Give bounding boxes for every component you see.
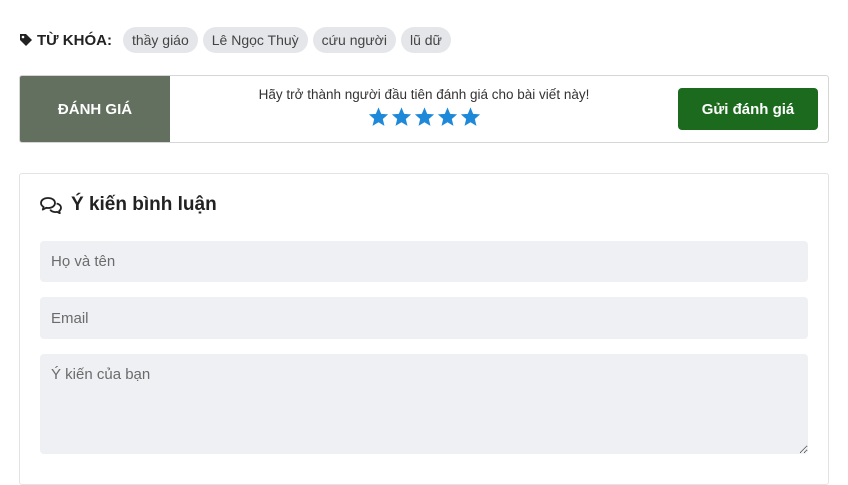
tag-link[interactable]: thầy giáo bbox=[122, 27, 198, 53]
star-icon[interactable] bbox=[459, 106, 482, 128]
email-field[interactable] bbox=[40, 297, 808, 339]
rating-label: ĐÁNH GIÁ bbox=[20, 76, 170, 142]
name-field[interactable] bbox=[40, 241, 808, 282]
tag-icon bbox=[20, 34, 32, 46]
comment-section-title: Ý kiến bình luận bbox=[40, 194, 217, 216]
comments-icon bbox=[40, 197, 62, 214]
tags-label: TỪ KHÓA: bbox=[37, 31, 112, 49]
star-icon[interactable] bbox=[367, 106, 390, 128]
rating-box: ĐÁNH GIÁ Hãy trở thành người đầu tiên đá… bbox=[19, 75, 829, 143]
tag-link[interactable]: cứu người bbox=[312, 27, 396, 53]
star-rating[interactable] bbox=[367, 106, 482, 128]
rating-center: Hãy trở thành người đầu tiên đánh giá ch… bbox=[170, 76, 678, 142]
star-icon[interactable] bbox=[436, 106, 459, 128]
comment-textarea[interactable] bbox=[40, 354, 808, 454]
tag-link[interactable]: lũ dữ bbox=[400, 27, 451, 53]
comment-title-text: Ý kiến bình luận bbox=[71, 194, 217, 215]
star-icon[interactable] bbox=[413, 106, 436, 128]
rating-prompt: Hãy trở thành người đầu tiên đánh giá ch… bbox=[258, 86, 590, 102]
submit-rating-button[interactable]: Gửi đánh giá bbox=[678, 88, 818, 130]
tags-row: TỪ KHÓA: thầy giáo Lê Ngọc Thuỳ cứu ngườ… bbox=[19, 27, 456, 53]
tag-link[interactable]: Lê Ngọc Thuỳ bbox=[202, 27, 308, 53]
star-icon[interactable] bbox=[390, 106, 413, 128]
comment-box: Ý kiến bình luận bbox=[19, 173, 829, 485]
tags-heading: TỪ KHÓA: bbox=[19, 32, 112, 49]
